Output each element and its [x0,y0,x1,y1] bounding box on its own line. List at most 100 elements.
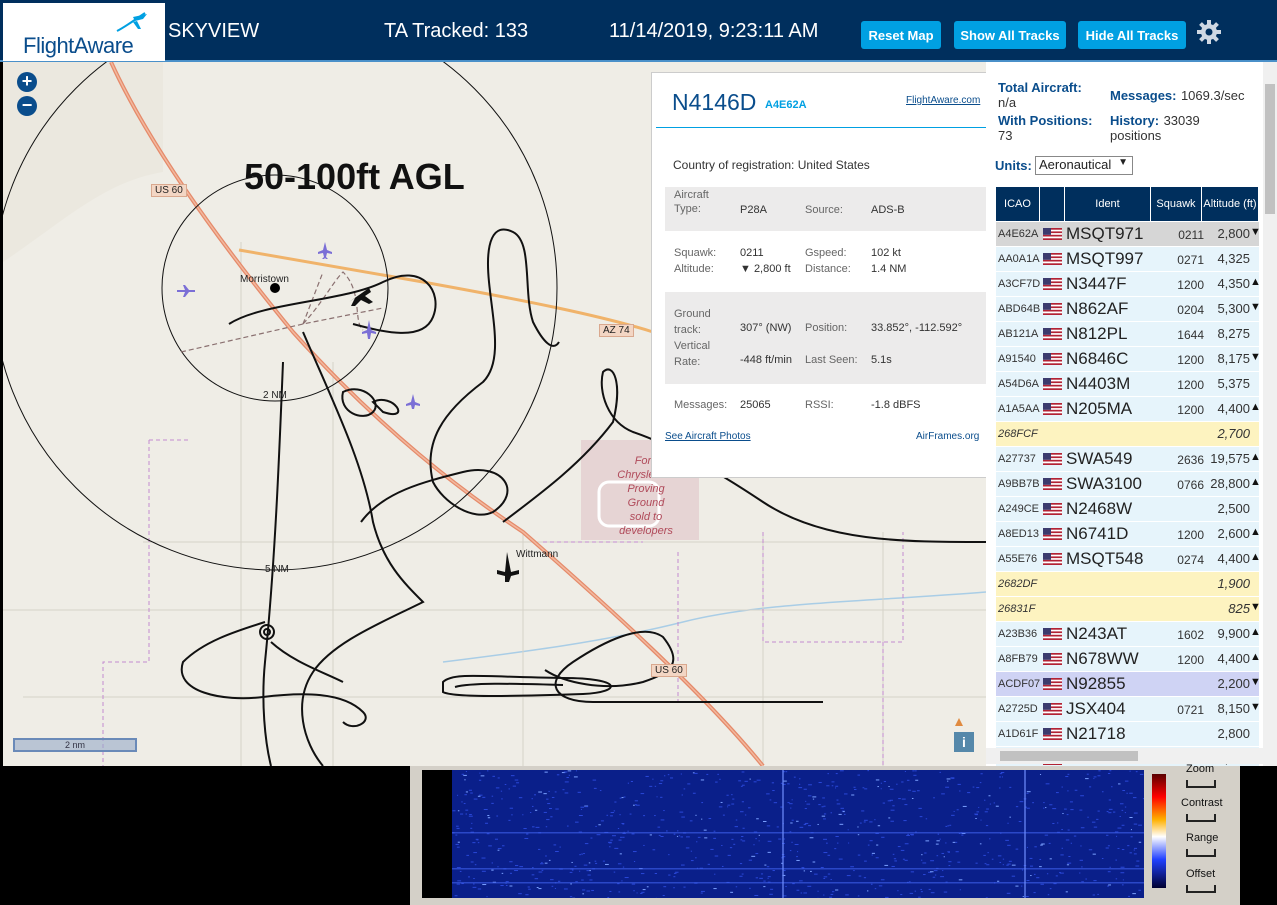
altitude-trend-icon: ▲ [1250,526,1261,538]
icao-cell: A55E76 [998,553,1038,565]
altitude-value: ▼ 2,800 ft [740,263,791,275]
altitude-cell: 4,400 [1217,551,1250,566]
column-header-squawk[interactable]: Squawk [1151,187,1202,221]
messages-label: Messages: [674,399,728,411]
airframes-link[interactable]: AirFrames.org [916,431,979,442]
column-header-icao[interactable]: ICAO [996,187,1040,221]
table-row[interactable]: A27737 SWA549 2636 19,575 ▲ [996,447,1261,472]
aircraft-marker[interactable] [177,285,195,297]
last-seen-label: Last Seen: [805,354,858,366]
altitude-cell: 2,800 [1217,726,1250,741]
icao-cell: A1A5AA [998,403,1040,415]
gear-icon[interactable] [1196,19,1222,45]
range-slider[interactable] [1186,849,1216,857]
squawk-value: 0211 [740,247,764,259]
table-row[interactable]: 2682DF 1,900 [996,572,1259,597]
us-flag-icon [1043,503,1062,515]
table-row[interactable]: 268FCF 2,700 [996,422,1259,447]
table-row[interactable]: A8FB79 N678WW 1200 4,400 ▲ [996,647,1261,672]
table-row[interactable]: A1A5AA N205MA 1200 4,400 ▲ [996,397,1261,422]
table-row[interactable]: A9BB7B SWA3100 0766 28,800 ▲ [996,472,1261,497]
table-row[interactable]: ABD64B N862AF 0204 5,300 ▼ [996,297,1261,322]
squawk-cell: 0204 [1177,303,1204,317]
zoom-out-button[interactable]: − [17,96,37,116]
units-select[interactable]: Aeronautical ▼ [1035,156,1133,175]
icao-cell: A249CE [998,503,1039,515]
hide-all-tracks-button[interactable]: Hide All Tracks [1078,21,1186,49]
squawk-cell: 0766 [1177,478,1204,492]
flightaware-link[interactable]: FlightAware.com [906,95,980,106]
contrast-slider[interactable] [1186,814,1216,822]
ident-cell: JSX404 [1066,699,1126,718]
squawk-cell: 2636 [1177,453,1204,467]
us60-shield: US 60 [151,184,187,197]
us-flag-icon [1043,228,1062,240]
table-row[interactable]: AB121A N812PL 1644 8,275 [996,322,1259,347]
source-value: ADS-B [871,204,905,216]
sdr-panel: Zoom Contrast Range Offset [0,763,1277,905]
aircraft-registration: N4146D [672,89,757,115]
table-row[interactable]: AA0A1A MSQT997 0271 4,325 [996,247,1259,272]
flightaware-logo[interactable]: FlightAware [3,3,165,61]
table-row[interactable]: A249CE N2468W 2,500 [996,497,1259,522]
ground-track-label: Ground track: [674,308,711,336]
icao-cell: 26831F [998,603,1036,615]
table-row[interactable]: A1D61F N21718 2,800 [996,722,1259,747]
sidebar-scrollbar-horizontal[interactable] [986,748,1263,764]
aircraft-hex-link[interactable]: A4E62A [765,99,807,111]
aircraft-marker[interactable] [406,394,420,409]
ident-cell: SWA3100 [1066,474,1142,493]
aircraft-marker[interactable] [318,242,332,259]
see-aircraft-photos-link[interactable]: See Aircraft Photos [665,431,751,442]
map-info-button[interactable]: i [954,732,974,752]
table-row[interactable]: A91540 N6846C 1200 8,175 ▼ [996,347,1261,372]
offset-slider[interactable] [1186,885,1216,893]
units-label: Units: [995,158,1032,173]
ident-cell: SWA549 [1066,449,1133,468]
waterfall-display[interactable] [422,770,1144,898]
us-flag-icon [1043,303,1062,315]
current-datetime: 11/14/2019, 9:23:11 AM [609,20,819,42]
table-row[interactable]: A23B36 N243AT 1602 9,900 ▲ [996,622,1261,647]
us-flag-icon [1043,403,1062,415]
ident-cell: MSQT971 [1066,224,1144,243]
altitude-cell: 4,400 [1217,401,1250,416]
sidebar-scrollbar-vertical[interactable] [1263,62,1277,766]
show-all-tracks-button[interactable]: Show All Tracks [954,21,1066,49]
us-flag-icon [1043,678,1062,690]
squawk-cell: 0271 [1177,253,1204,267]
range-ring-label: 2 NM [263,390,287,401]
scrollbar-thumb[interactable] [1000,751,1138,761]
ident-cell: N2468W [1066,499,1133,518]
reset-map-button[interactable]: Reset Map [861,21,941,49]
column-header-altitude[interactable]: Altitude (ft) [1202,187,1259,221]
icao-cell: A4E62A [998,228,1039,240]
zoom-control-label: Zoom [1186,763,1215,775]
icao-cell: ABD64B [998,303,1041,315]
position-value: 33.852°, -112.592° [871,322,963,334]
zoom-in-button[interactable]: + [17,72,37,92]
table-row[interactable]: 26831F 825 ▼ [996,597,1261,622]
range-ring-label: 5 NM [265,564,289,575]
table-row[interactable]: A4E62A MSQT971 0211 2,800 ▼ [996,222,1261,247]
icao-cell: A8ED13 [998,528,1039,540]
table-row[interactable]: ACDF07 N92855 2,200 ▼ [996,672,1261,697]
squawk-cell: 0274 [1177,553,1204,567]
squawk-cell: 1200 [1177,528,1204,542]
table-row[interactable]: A3CF7D N3447F 1200 4,350 ▲ [996,272,1261,297]
squawk-cell: 1200 [1177,653,1204,667]
altitude-trend-icon: ▲ [1250,651,1261,663]
table-row[interactable]: A55E76 MSQT548 0274 4,400 ▲ [996,547,1261,572]
column-header-flag[interactable] [1040,187,1065,221]
altitude-trend-icon: ▲ [1250,626,1261,638]
scrollbar-thumb[interactable] [1265,84,1275,214]
column-header-ident[interactable]: Ident [1065,187,1151,221]
messages-stat-value: 1069.3/sec [1180,88,1245,103]
altitude-cell: 4,400 [1217,651,1250,666]
table-row[interactable]: A54D6A N4403M 1200 5,375 [996,372,1259,397]
zoom-slider[interactable] [1186,780,1216,788]
altitude-cell: 19,575 [1210,451,1250,466]
table-row[interactable]: A8ED13 N6741D 1200 2,600 ▲ [996,522,1261,547]
table-row[interactable]: A2725D JSX404 0721 8,150 ▼ [996,697,1261,722]
ident-cell: MSQT548 [1066,549,1144,568]
